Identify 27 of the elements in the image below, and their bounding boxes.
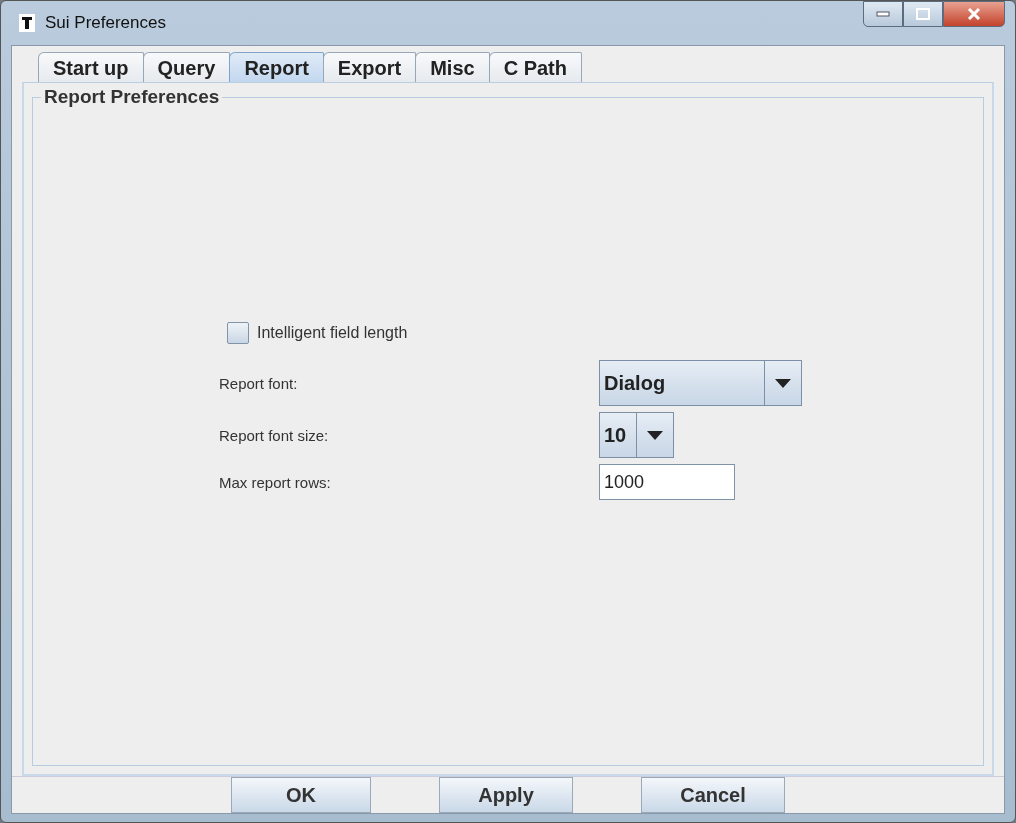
maximize-icon xyxy=(916,8,930,20)
tab[interactable]: Start up xyxy=(38,52,144,82)
minimize-button[interactable] xyxy=(863,1,903,27)
font-size-dropdown[interactable]: 10 xyxy=(599,412,675,458)
dropdown-arrow-icon xyxy=(647,430,664,440)
checkbox-label: Intelligent field length xyxy=(257,324,408,342)
tab[interactable]: Misc xyxy=(415,52,490,82)
window-title: Sui Preferences xyxy=(45,13,166,33)
maximize-button[interactable] xyxy=(903,1,943,27)
checkbox[interactable] xyxy=(227,322,249,344)
dialog-button[interactable]: Apply xyxy=(439,777,573,813)
tab[interactable]: C Path xyxy=(488,52,582,82)
close-button[interactable] xyxy=(943,1,1005,27)
field-label: Max report rows: xyxy=(219,473,332,491)
close-icon xyxy=(967,8,981,20)
font-dropdown[interactable]: Dialog xyxy=(599,360,802,406)
minimize-icon xyxy=(876,11,890,17)
app-icon xyxy=(19,14,35,32)
tab[interactable]: Report xyxy=(229,52,324,82)
input-field[interactable]: 1000 xyxy=(599,464,735,500)
field-label: Report font size: xyxy=(219,426,330,444)
tab[interactable]: Query xyxy=(142,52,231,82)
dialog-button[interactable]: Cancel xyxy=(641,777,785,813)
dialog-button[interactable]: OK xyxy=(231,777,371,813)
field-label: Report font: xyxy=(219,374,299,392)
dropdown-arrow-icon xyxy=(775,378,791,388)
tab[interactable]: Export xyxy=(322,52,417,82)
